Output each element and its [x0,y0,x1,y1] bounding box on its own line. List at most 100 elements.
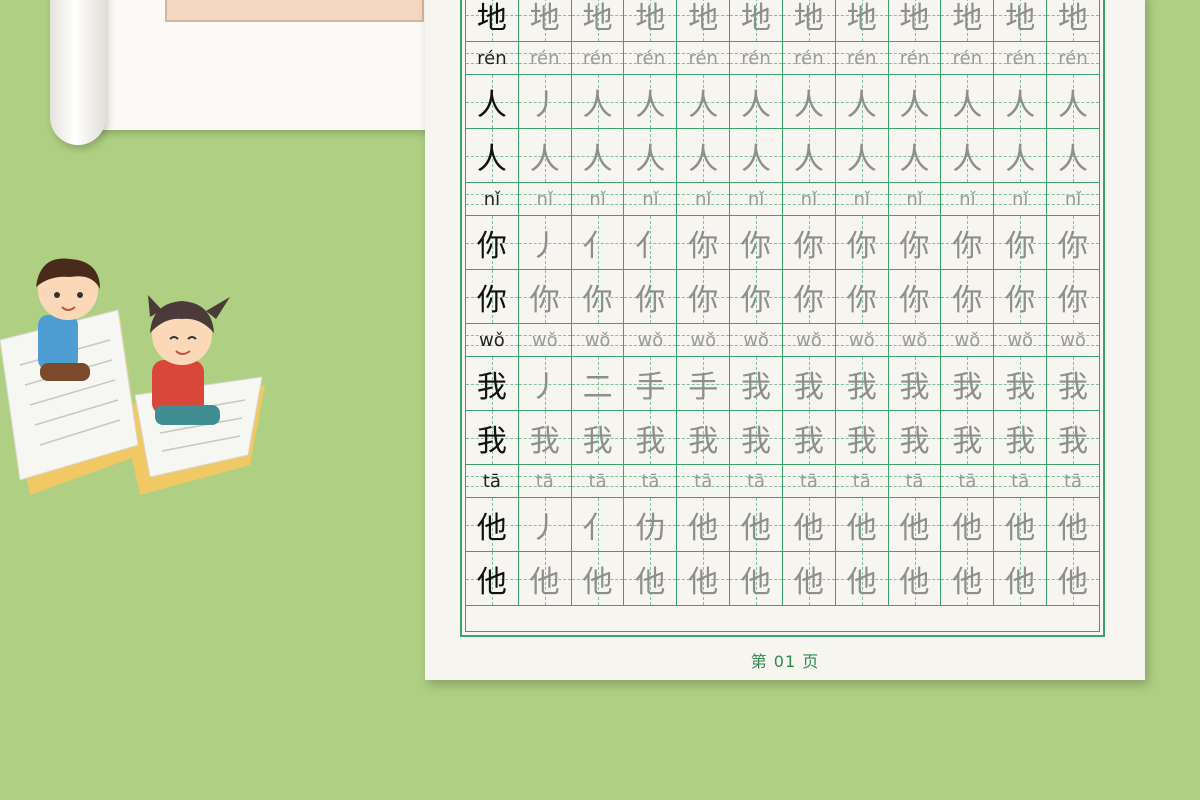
hanzi-cell: 人 [888,75,942,129]
hanzi-character: 人 [899,141,930,177]
hanzi-character: 亻 [582,510,613,546]
hanzi-character: 他 [899,510,930,546]
writing-grid: 地地地地地地地地地地地地 rén rén rén rén rén rén rén rén rén r… [460,0,1105,637]
hanzi-cell: 他 [518,552,572,606]
pinyin-cell: nǐ [1047,183,1099,216]
pinyin-cell: wǒ [941,324,995,357]
hanzi-cell: 我 [888,411,942,465]
hanzi-cell: 地 [941,0,995,42]
hanzi-character: 你 [741,228,772,264]
hanzi-character: 我 [952,369,983,405]
hanzi-character: 地 [529,0,560,36]
hanzi-character: 我 [1005,423,1036,459]
practice-sheet: 地地地地地地地地地地地地 rén rén rén rén rén rén rén rén rén r… [425,0,1145,680]
hanzi-character: 你 [899,282,930,318]
hanzi-cell: 亻 [571,498,625,552]
hanzi-cell: 人 [1047,75,1099,129]
hanzi-character: 丿 [529,369,560,405]
hanzi-character: 地 [846,0,877,36]
hanzi-character: 手 [635,369,666,405]
pinyin-text: tā [694,470,713,492]
hanzi-character: 我 [582,423,613,459]
hanzi-cell: 人 [782,129,836,183]
pinyin-cell: tā [571,465,625,498]
kids-reading-illustration [0,255,280,505]
hanzi-character: 你 [793,228,824,264]
pinyin-cell: rén [782,42,836,75]
hanzi-character: 人 [1058,141,1089,177]
hanzi-character: 丿 [529,87,560,123]
hanzi-character: 他 [1058,564,1089,600]
hanzi-character: 人 [899,87,930,123]
pinyin-cell: tā [1047,465,1099,498]
pinyin-cell: wǒ [624,324,678,357]
hanzi-character: 他 [741,564,772,600]
pinyin-cell: rén [994,42,1048,75]
pinyin-text: rén [477,47,507,69]
hanzi-cell: 他 [1047,552,1099,606]
hanzi-cell: 手 [677,357,731,411]
hanzi-cell: 我 [782,357,836,411]
hanzi-cell: 我 [1047,357,1099,411]
hanzi-character: 人 [846,141,877,177]
pinyin-text: nǐ [800,188,818,210]
pinyin-text: rén [741,47,771,69]
pinyin-cell: rén [624,42,678,75]
pinyin-text: nǐ [1011,188,1029,210]
hanzi-character: 地 [952,0,983,36]
hanzi-character: 他 [529,564,560,600]
pinyin-row: rén rén rén rén rén rén rén rén rén rén rén rén [466,42,1099,75]
pinyin-cell: wǒ [466,324,519,357]
hanzi-cell: 你 [782,216,836,270]
hanzi-character: 他 [899,564,930,600]
pinyin-text: tā [588,470,607,492]
pinyin-text: rén [688,47,718,69]
pinyin-cell: wǒ [518,324,572,357]
pinyin-text: rén [635,47,666,69]
pinyin-cell: rén [888,42,942,75]
hanzi-cell: 人 [466,75,519,129]
pinyin-cell: tā [888,465,942,498]
hanzi-cell: 他 [835,498,889,552]
hanzi-cell: 我 [466,357,519,411]
pinyin-text: nǐ [906,188,923,210]
pinyin-text: rén [1058,47,1088,69]
pinyin-text: tā [641,470,660,492]
hanzi-row: 你丿亻亻你你你你你你你你 [466,216,1099,270]
hanzi-cell: 地 [730,0,783,42]
hanzi-cell: 他 [730,552,783,606]
hanzi-character: 你 [1005,228,1036,264]
pinyin-text: nǐ [589,188,606,210]
pinyin-cell: tā [730,465,783,498]
hanzi-row: 我我我我我我我我我我我我 [466,411,1099,465]
hanzi-character: 我 [899,423,930,459]
hanzi-cell: 人 [677,75,731,129]
hanzi-cell: 二 [571,357,625,411]
pinyin-text: wǒ [743,329,769,351]
pinyin-cell: tā [518,465,572,498]
hanzi-character: 仂 [635,510,666,546]
pinyin-text: nǐ [1064,188,1082,210]
hanzi-cell: 他 [466,498,519,552]
hanzi-row: 地地地地地地地地地地地地 [466,0,1099,42]
hanzi-character: 我 [635,423,666,459]
hanzi-cell: 人 [571,75,625,129]
hanzi-character: 你 [1058,228,1089,264]
pinyin-cell: tā [677,465,731,498]
pinyin-cell: rén [518,42,572,75]
hanzi-character: 我 [899,369,930,405]
hanzi-character: 你 [635,282,666,318]
hanzi-character: 人 [952,141,983,177]
hanzi-character: 他 [741,510,772,546]
hanzi-character: 我 [1058,369,1089,405]
pinyin-cell: rén [466,42,519,75]
pinyin-text: wǒ [848,329,875,351]
pinyin-cell: tā [782,465,836,498]
hanzi-character: 你 [476,228,507,264]
hanzi-cell: 人 [941,129,995,183]
hanzi-character: 我 [741,423,772,459]
hanzi-cell: 亻 [624,216,678,270]
pinyin-cell: tā [624,465,678,498]
hanzi-cell: 亻 [571,216,625,270]
hanzi-cell: 我 [941,411,995,465]
